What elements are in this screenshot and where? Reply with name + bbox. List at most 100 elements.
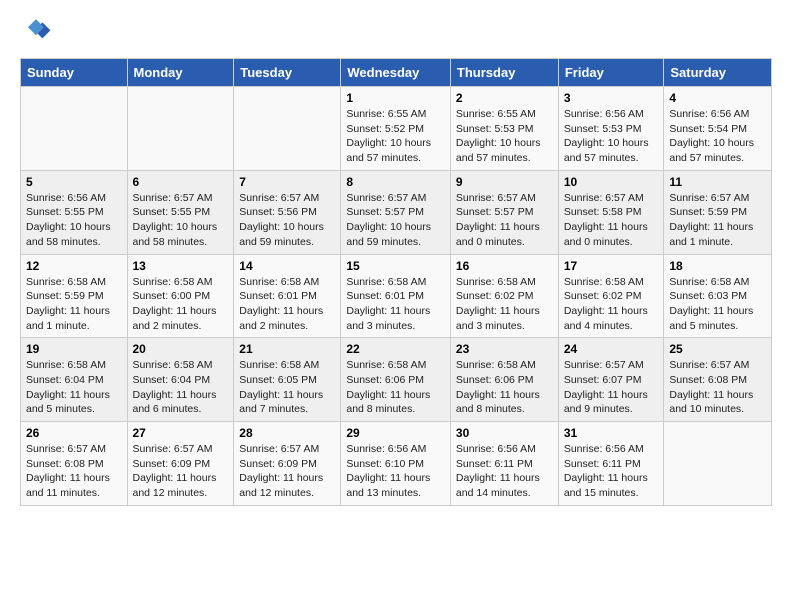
calendar-cell: 14 Sunrise: 6:58 AM Sunset: 6:01 PM Dayli… <box>234 254 341 338</box>
day-number: 18 <box>669 259 766 273</box>
day-number: 14 <box>239 259 335 273</box>
day-number: 17 <box>564 259 659 273</box>
day-number: 11 <box>669 175 766 189</box>
day-number: 23 <box>456 342 553 356</box>
day-info: Sunrise: 6:57 AM Sunset: 5:56 PM Dayligh… <box>239 191 335 250</box>
day-number: 10 <box>564 175 659 189</box>
day-info: Sunrise: 6:57 AM Sunset: 6:09 PM Dayligh… <box>239 442 335 501</box>
calendar-cell: 9 Sunrise: 6:57 AM Sunset: 5:57 PM Daylig… <box>450 170 558 254</box>
day-number: 7 <box>239 175 335 189</box>
calendar-cell: 11 Sunrise: 6:57 AM Sunset: 5:59 PM Dayli… <box>664 170 772 254</box>
calendar-cell: 10 Sunrise: 6:57 AM Sunset: 5:58 PM Dayli… <box>558 170 664 254</box>
calendar-table: SundayMondayTuesdayWednesdayThursdayFrid… <box>20 58 772 506</box>
day-info: Sunrise: 6:58 AM Sunset: 6:01 PM Dayligh… <box>239 275 335 334</box>
day-number: 6 <box>133 175 229 189</box>
day-number: 22 <box>346 342 445 356</box>
calendar-cell: 27 Sunrise: 6:57 AM Sunset: 6:09 PM Dayli… <box>127 422 234 506</box>
calendar-cell: 12 Sunrise: 6:58 AM Sunset: 5:59 PM Dayli… <box>21 254 128 338</box>
day-number: 8 <box>346 175 445 189</box>
calendar-cell: 18 Sunrise: 6:58 AM Sunset: 6:03 PM Dayli… <box>664 254 772 338</box>
day-number: 30 <box>456 426 553 440</box>
calendar-week-5: 26 Sunrise: 6:57 AM Sunset: 6:08 PM Dayli… <box>21 422 772 506</box>
day-info: Sunrise: 6:57 AM Sunset: 5:55 PM Dayligh… <box>133 191 229 250</box>
calendar-cell: 20Sunrise: 6:58 AM Sunset: 6:04 PM Dayli… <box>127 338 234 422</box>
day-number: 1 <box>346 91 445 105</box>
day-info: Sunrise: 6:58 AM Sunset: 6:04 PM Dayligh… <box>133 358 229 417</box>
day-info: Sunrise: 6:57 AM Sunset: 5:57 PM Dayligh… <box>346 191 445 250</box>
calendar-cell: 31Sunrise: 6:56 AM Sunset: 6:11 PM Dayli… <box>558 422 664 506</box>
day-number: 16 <box>456 259 553 273</box>
calendar-cell: 2 Sunrise: 6:55 AM Sunset: 5:53 PM Daylig… <box>450 87 558 171</box>
calendar-cell: 19Sunrise: 6:58 AM Sunset: 6:04 PM Dayli… <box>21 338 128 422</box>
day-number: 5 <box>26 175 122 189</box>
calendar-cell <box>664 422 772 506</box>
day-number: 25 <box>669 342 766 356</box>
calendar-cell <box>21 87 128 171</box>
day-number: 19 <box>26 342 122 356</box>
day-info: Sunrise: 6:56 AM Sunset: 5:53 PM Dayligh… <box>564 107 659 166</box>
weekday-header-row: SundayMondayTuesdayWednesdayThursdayFrid… <box>21 59 772 87</box>
calendar-cell: 3 Sunrise: 6:56 AM Sunset: 5:53 PM Daylig… <box>558 87 664 171</box>
calendar-cell: 5Sunrise: 6:56 AM Sunset: 5:55 PM Daylig… <box>21 170 128 254</box>
calendar-cell: 24Sunrise: 6:57 AM Sunset: 6:07 PM Dayli… <box>558 338 664 422</box>
calendar-cell: 23 Sunrise: 6:58 AM Sunset: 6:06 PM Dayli… <box>450 338 558 422</box>
day-number: 12 <box>26 259 122 273</box>
day-number: 13 <box>133 259 229 273</box>
logo <box>20 16 56 48</box>
calendar-cell: 15 Sunrise: 6:58 AM Sunset: 6:01 PM Dayli… <box>341 254 451 338</box>
calendar-cell: 17 Sunrise: 6:58 AM Sunset: 6:02 PM Dayli… <box>558 254 664 338</box>
day-number: 2 <box>456 91 553 105</box>
calendar-cell: 26 Sunrise: 6:57 AM Sunset: 6:08 PM Dayli… <box>21 422 128 506</box>
calendar-cell: 22 Sunrise: 6:58 AM Sunset: 6:06 PM Dayli… <box>341 338 451 422</box>
calendar-cell: 30Sunrise: 6:56 AM Sunset: 6:11 PM Dayli… <box>450 422 558 506</box>
day-info: Sunrise: 6:57 AM Sunset: 6:09 PM Dayligh… <box>133 442 229 501</box>
day-info: Sunrise: 6:58 AM Sunset: 6:02 PM Dayligh… <box>564 275 659 334</box>
day-info: Sunrise: 6:55 AM Sunset: 5:53 PM Dayligh… <box>456 107 553 166</box>
day-info: Sunrise: 6:58 AM Sunset: 6:01 PM Dayligh… <box>346 275 445 334</box>
day-info: Sunrise: 6:55 AM Sunset: 5:52 PM Dayligh… <box>346 107 445 166</box>
weekday-header-tuesday: Tuesday <box>234 59 341 87</box>
day-info: Sunrise: 6:56 AM Sunset: 6:10 PM Dayligh… <box>346 442 445 501</box>
day-info: Sunrise: 6:57 AM Sunset: 5:58 PM Dayligh… <box>564 191 659 250</box>
calendar-cell <box>127 87 234 171</box>
day-number: 3 <box>564 91 659 105</box>
calendar-week-2: 5Sunrise: 6:56 AM Sunset: 5:55 PM Daylig… <box>21 170 772 254</box>
weekday-header-wednesday: Wednesday <box>341 59 451 87</box>
day-info: Sunrise: 6:58 AM Sunset: 6:03 PM Dayligh… <box>669 275 766 334</box>
day-number: 15 <box>346 259 445 273</box>
calendar-cell: 25 Sunrise: 6:57 AM Sunset: 6:08 PM Dayli… <box>664 338 772 422</box>
day-info: Sunrise: 6:57 AM Sunset: 5:59 PM Dayligh… <box>669 191 766 250</box>
calendar-week-3: 12 Sunrise: 6:58 AM Sunset: 5:59 PM Dayli… <box>21 254 772 338</box>
weekday-header-sunday: Sunday <box>21 59 128 87</box>
day-info: Sunrise: 6:57 AM Sunset: 5:57 PM Dayligh… <box>456 191 553 250</box>
day-info: Sunrise: 6:58 AM Sunset: 6:06 PM Dayligh… <box>346 358 445 417</box>
calendar-cell: 1 Sunrise: 6:55 AM Sunset: 5:52 PM Daylig… <box>341 87 451 171</box>
day-info: Sunrise: 6:56 AM Sunset: 6:11 PM Dayligh… <box>564 442 659 501</box>
day-info: Sunrise: 6:57 AM Sunset: 6:08 PM Dayligh… <box>669 358 766 417</box>
day-number: 29 <box>346 426 445 440</box>
calendar-week-4: 19 Sunrise: 6:58 AM Sunset: 6:04 PM Dayli… <box>21 338 772 422</box>
calendar-week-1: 1 Sunrise: 6:55 AM Sunset: 5:52 PM Daylig… <box>21 87 772 171</box>
day-number: 9 <box>456 175 553 189</box>
day-info: Sunrise: 6:57 AM Sunset: 6:08 PM Dayligh… <box>26 442 122 501</box>
calendar-cell: 13 Sunrise: 6:58 AM Sunset: 6:00 PM Dayli… <box>127 254 234 338</box>
day-number: 28 <box>239 426 335 440</box>
calendar-cell: 8 Sunrise: 6:57 AM Sunset: 5:57 PM Daylig… <box>341 170 451 254</box>
weekday-header-thursday: Thursday <box>450 59 558 87</box>
calendar-cell: 29 Sunrise: 6:56 AM Sunset: 6:10 PM Dayli… <box>341 422 451 506</box>
weekday-header-friday: Friday <box>558 59 664 87</box>
calendar-cell: 21Sunrise: 6:58 AM Sunset: 6:05 PM Dayli… <box>234 338 341 422</box>
day-number: 26 <box>26 426 122 440</box>
calendar-cell: 4Sunrise: 6:56 AM Sunset: 5:54 PM Daylig… <box>664 87 772 171</box>
logo-icon <box>20 16 52 48</box>
day-info: Sunrise: 6:58 AM Sunset: 5:59 PM Dayligh… <box>26 275 122 334</box>
day-number: 21 <box>239 342 335 356</box>
day-number: 27 <box>133 426 229 440</box>
day-info: Sunrise: 6:58 AM Sunset: 6:00 PM Dayligh… <box>133 275 229 334</box>
day-info: Sunrise: 6:58 AM Sunset: 6:02 PM Dayligh… <box>456 275 553 334</box>
calendar-cell: 28 Sunrise: 6:57 AM Sunset: 6:09 PM Dayli… <box>234 422 341 506</box>
day-number: 4 <box>669 91 766 105</box>
calendar-cell: 16 Sunrise: 6:58 AM Sunset: 6:02 PM Dayli… <box>450 254 558 338</box>
day-info: Sunrise: 6:58 AM Sunset: 6:06 PM Dayligh… <box>456 358 553 417</box>
calendar-cell: 7 Sunrise: 6:57 AM Sunset: 5:56 PM Daylig… <box>234 170 341 254</box>
